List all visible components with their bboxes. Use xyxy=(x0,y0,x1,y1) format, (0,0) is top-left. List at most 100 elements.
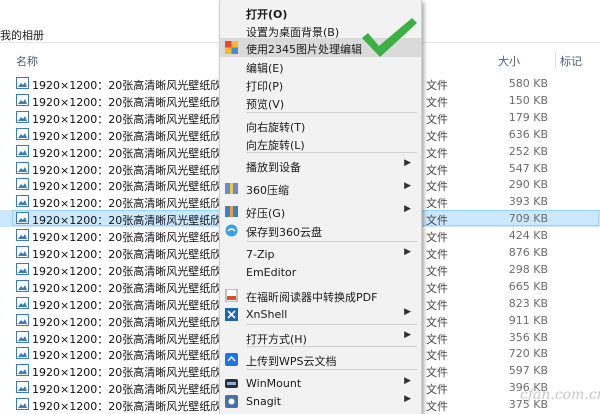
menu-item-label: 360压缩 xyxy=(246,184,289,197)
file-size: 179 KB xyxy=(508,110,548,124)
image-file-icon xyxy=(16,77,29,89)
menu-item-label: Snagit xyxy=(246,395,282,408)
menu-item-label: 在福昕阅读器中转换成PDF xyxy=(246,291,378,304)
file-type: 文件 xyxy=(426,180,448,194)
menu-item[interactable]: 好压(G) ▶ xyxy=(220,202,421,221)
submenu-arrow-icon: ▶ xyxy=(404,247,411,257)
menu-item[interactable]: WinMount ▶ xyxy=(220,374,421,393)
image-file-icon xyxy=(16,364,29,377)
360-zip-icon xyxy=(225,183,238,194)
image-file-icon xyxy=(16,296,29,309)
image-file-icon xyxy=(16,178,29,191)
menu-separator xyxy=(246,324,417,325)
image-file-icon xyxy=(16,110,29,123)
image-file-icon xyxy=(16,161,29,174)
menu-item-label: 保存到360云盘 xyxy=(246,226,322,239)
file-type: 文件 xyxy=(426,79,448,92)
file-type: 文件 xyxy=(426,95,448,109)
submenu-arrow-icon: ▶ xyxy=(404,181,411,191)
menu-item-label: 预览(V) xyxy=(246,98,285,111)
file-type: 文件 xyxy=(426,163,448,177)
image-file-icon xyxy=(16,212,29,225)
image-file-icon xyxy=(16,381,29,394)
menu-item[interactable]: Snagit ▶ xyxy=(220,392,421,411)
image-file-icon xyxy=(16,195,29,208)
file-type: 文件 xyxy=(426,349,448,363)
file-size: 356 KB xyxy=(508,330,548,344)
menu-item-label: XnShell xyxy=(246,308,288,321)
menu-separator xyxy=(246,112,417,113)
menu-item-label: 向左旋转(L) xyxy=(246,139,305,152)
menu-item[interactable]: XnShell ▶ xyxy=(220,305,421,324)
file-size: 876 KB xyxy=(508,246,548,259)
menu-item[interactable]: 在福昕阅读器中转换成PDF xyxy=(220,286,421,305)
image-file-icon xyxy=(16,313,29,326)
foxit-reader-icon xyxy=(225,289,238,302)
image-file-icon xyxy=(16,229,29,242)
menu-separator xyxy=(246,241,417,242)
column-name[interactable]: 名称 xyxy=(16,53,38,69)
submenu-arrow-icon: ▶ xyxy=(404,204,411,214)
watermark: cfan.com.cn xyxy=(520,387,600,403)
file-type: 文件 xyxy=(426,129,448,143)
column-tags[interactable]: 标记 xyxy=(560,53,582,69)
menu-item-label: 打开(O) xyxy=(246,8,288,21)
image-file-icon xyxy=(16,144,29,157)
menu-item-label: 好压(G) xyxy=(246,207,286,220)
file-type: 文件 xyxy=(426,248,448,261)
menu-item[interactable]: 播放到设备 ▶ xyxy=(220,156,421,175)
file-size: 636 KB xyxy=(508,127,548,141)
submenu-arrow-icon: ▶ xyxy=(404,330,411,340)
menu-item-label: 上传到WPS云文档 xyxy=(246,355,337,368)
menu-item[interactable]: 上传到WPS云文档 xyxy=(220,350,421,369)
file-size: 393 KB xyxy=(508,195,548,209)
file-type: 文件 xyxy=(426,383,448,397)
menu-item[interactable]: 预览(V) xyxy=(220,93,421,112)
column-size[interactable]: 大小 xyxy=(498,53,520,69)
menu-item-label: WinMount xyxy=(246,377,302,390)
menu-item-label: 打印(P) xyxy=(246,80,284,93)
image-file-icon xyxy=(16,398,29,411)
menu-item[interactable]: 向左旋转(L) xyxy=(220,134,421,153)
image-file-icon xyxy=(16,246,29,258)
image-file-icon xyxy=(16,330,29,343)
column-divider[interactable] xyxy=(555,50,556,70)
wps-cloud-icon xyxy=(225,353,238,366)
file-type: 文件 xyxy=(426,146,448,160)
file-type: 文件 xyxy=(426,231,448,245)
menu-item-label: 播放到设备 xyxy=(246,161,301,174)
file-size: 424 KB xyxy=(508,229,548,243)
file-type: 文件 xyxy=(426,400,448,414)
image-file-icon xyxy=(16,279,29,292)
menu-item[interactable]: 向右旋转(T) xyxy=(220,116,421,135)
submenu-arrow-icon: ▶ xyxy=(404,307,411,317)
file-type: 文件 xyxy=(426,264,448,278)
menu-item[interactable]: 7-Zip ▶ xyxy=(220,245,421,264)
menu-item[interactable]: 360压缩 ▶ xyxy=(220,179,421,198)
checkmark-icon xyxy=(362,18,417,57)
menu-item-label: 7-Zip xyxy=(246,248,275,261)
folder-title: 我的相册 xyxy=(0,29,44,42)
file-type: 文件 xyxy=(426,214,448,228)
image-file-icon xyxy=(16,262,29,275)
context-menu: 打开(O) 设置为桌面背景(B) 使用2345图片处理编辑 编辑(E) 打印(P) 预览(… xyxy=(219,0,422,414)
menu-item[interactable]: 打印(P) xyxy=(220,75,421,94)
file-type: 文件 xyxy=(426,332,448,346)
file-size: 597 KB xyxy=(508,364,548,378)
menu-item-label: 使用2345图片处理编辑 xyxy=(246,43,362,56)
menu-item[interactable]: 打开方式(H) ▶ xyxy=(220,328,421,347)
file-type: 文件 xyxy=(426,298,448,312)
file-size: 150 KB xyxy=(508,93,548,107)
image-file-icon xyxy=(16,93,29,106)
submenu-arrow-icon: ▶ xyxy=(404,376,411,386)
file-size: 665 KB xyxy=(508,279,548,293)
file-type: 文件 xyxy=(426,112,448,126)
menu-item[interactable]: 保存到360云盘 xyxy=(220,221,421,240)
menu-item-label: 编辑(E) xyxy=(246,62,284,75)
file-size: 580 KB xyxy=(508,77,548,90)
snagit-icon xyxy=(225,395,238,408)
haozip-icon xyxy=(225,206,238,217)
file-size: 911 KB xyxy=(508,313,548,327)
menu-item[interactable]: EmEditor xyxy=(220,263,421,282)
file-type: 文件 xyxy=(426,281,448,295)
